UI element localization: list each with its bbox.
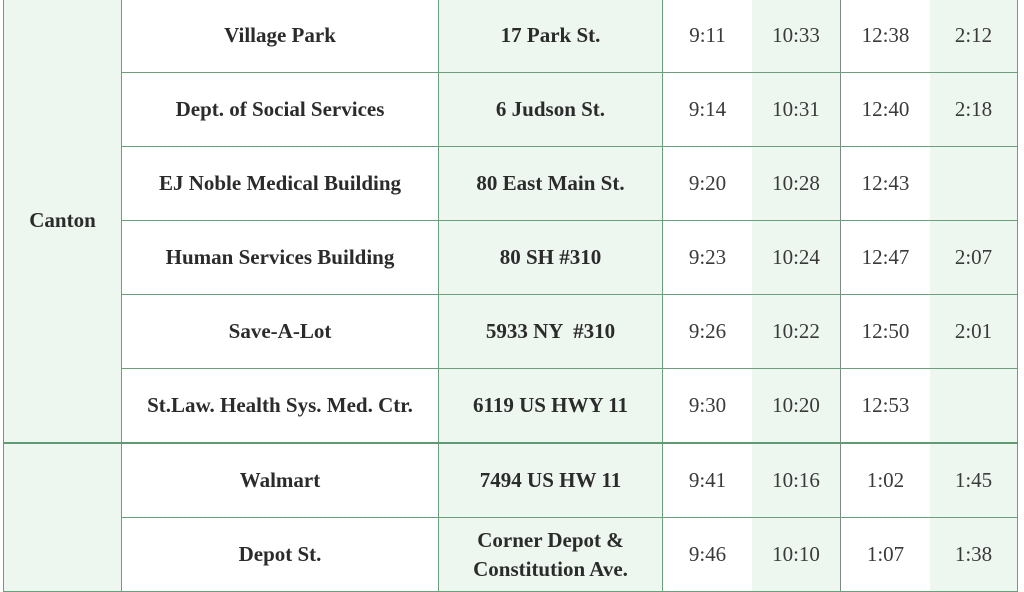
time-cell: 12:53 [840, 368, 930, 444]
table-row: Dept. of Social Services 6 Judson St. 9:… [4, 72, 1018, 147]
time-cell [930, 146, 1018, 221]
time-cell: 9:30 [662, 368, 752, 444]
table-row: St.Law. Health Sys. Med. Ctr. 6119 US HW… [4, 368, 1018, 444]
time-cell: 9:23 [662, 220, 752, 295]
stop-address: 6 Judson St. [438, 72, 663, 147]
stop-name: Dept. of Social Services [121, 72, 439, 147]
stop-address: 17 Park St. [438, 0, 663, 73]
stop-name: Save-A-Lot [121, 294, 439, 369]
stop-address: 80 East Main St. [438, 146, 663, 221]
time-cell: 9:26 [662, 294, 752, 369]
time-cell: 9:20 [662, 146, 752, 221]
table-row: Walmart 7494 US HW 11 9:41 10:16 1:02 1:… [3, 442, 1018, 592]
time-cell: 12:50 [840, 294, 930, 369]
address-line: Constitution Ave. [473, 556, 628, 581]
stop-name: EJ Noble Medical Building [121, 146, 439, 221]
stop-name: Walmart [121, 442, 439, 518]
time-cell: 10:28 [752, 146, 841, 221]
time-cell: 1:45 [930, 442, 1018, 518]
city-cell: Canton [3, 0, 122, 444]
time-cell: 9:14 [662, 72, 752, 147]
city-cell [3, 442, 122, 592]
table-row: Human Services Building 80 SH #310 9:23 … [4, 220, 1018, 295]
table-row: Canton Village Park 17 Park St. 9:11 10:… [3, 0, 1018, 444]
bus-schedule-table: Canton Village Park 17 Park St. 9:11 10:… [3, 0, 1018, 592]
table-row: EJ Noble Medical Building 80 East Main S… [4, 146, 1018, 221]
time-cell: 12:38 [840, 0, 930, 73]
time-cell: 10:22 [752, 294, 841, 369]
time-cell: 1:02 [840, 442, 930, 518]
time-cell [930, 368, 1018, 444]
stop-address: 6119 US HWY 11 [438, 368, 663, 444]
time-cell: 2:01 [930, 294, 1018, 369]
stop-address: 5933 NY #310 [438, 294, 663, 369]
time-cell: 10:33 [752, 0, 841, 73]
stop-name: Depot St. [121, 517, 439, 592]
address-line: Corner Depot & [477, 527, 624, 552]
time-cell: 1:38 [930, 517, 1018, 592]
time-cell: 9:11 [662, 0, 752, 73]
time-cell: 2:07 [930, 220, 1018, 295]
table-row: Depot St. Corner Depot & Constitution Av… [4, 517, 1018, 592]
stop-address: 80 SH #310 [438, 220, 663, 295]
time-cell: 1:07 [840, 517, 930, 592]
time-cell: 9:46 [662, 517, 752, 592]
stop-name: Village Park [121, 0, 439, 73]
time-cell: 10:10 [752, 517, 841, 592]
time-cell: 9:41 [662, 442, 752, 518]
time-cell: 12:40 [840, 72, 930, 147]
time-cell: 2:18 [930, 72, 1018, 147]
stop-address: Corner Depot & Constitution Ave. [438, 517, 663, 592]
time-cell: 12:47 [840, 220, 930, 295]
time-cell: 10:20 [752, 368, 841, 444]
stop-name: St.Law. Health Sys. Med. Ctr. [121, 368, 439, 444]
table-row: Save-A-Lot 5933 NY #310 9:26 10:22 12:50… [4, 294, 1018, 369]
time-cell: 12:43 [840, 146, 930, 221]
time-cell: 10:24 [752, 220, 841, 295]
stop-address: 7494 US HW 11 [438, 442, 663, 518]
time-cell: 2:12 [930, 0, 1018, 73]
stop-name: Human Services Building [121, 220, 439, 295]
time-cell: 10:16 [752, 442, 841, 518]
time-cell: 10:31 [752, 72, 841, 147]
